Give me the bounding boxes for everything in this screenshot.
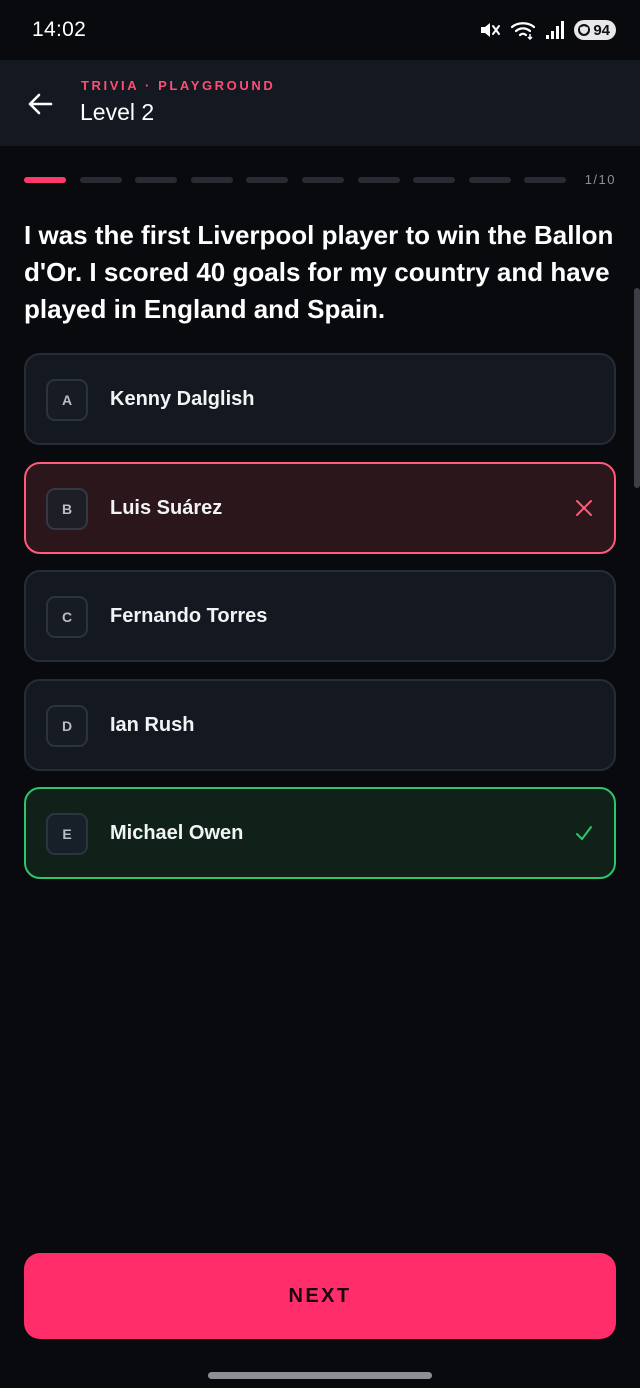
option-d[interactable]: D Ian Rush <box>24 679 616 771</box>
option-letter: A <box>46 379 88 421</box>
app-header: TRIVIA · PLAYGROUND Level 2 <box>0 60 640 146</box>
progress-segment <box>246 177 289 183</box>
signal-icon <box>545 20 565 40</box>
option-a[interactable]: A Kenny Dalglish <box>24 353 616 445</box>
option-label: Luis Suárez <box>110 497 223 519</box>
progress-segment <box>413 177 456 183</box>
header-overline: TRIVIA · PLAYGROUND <box>81 78 276 93</box>
progress-bar: 1/10 <box>24 172 620 188</box>
option-label: Michael Owen <box>110 822 244 844</box>
progress-segment <box>24 177 66 183</box>
arrow-left-icon <box>28 93 53 115</box>
progress-segment <box>190 177 233 183</box>
home-indicator[interactable] <box>208 1372 432 1379</box>
progress-segment <box>468 177 511 183</box>
option-letter: B <box>46 488 88 530</box>
battery-icon: 94 <box>574 20 616 40</box>
option-label: Fernando Torres <box>110 605 268 627</box>
status-bar: 14:02 94 <box>0 0 640 60</box>
option-b[interactable]: B Luis Suárez <box>24 462 616 554</box>
shield-icon <box>578 24 591 36</box>
progress-segment <box>135 177 178 183</box>
progress-count: 1/10 <box>584 172 616 187</box>
option-label: Kenny Dalglish <box>110 388 255 410</box>
checkmark-icon <box>572 821 596 845</box>
option-letter: D <box>46 705 88 747</box>
option-letter: C <box>46 596 88 638</box>
progress-segment <box>357 177 400 183</box>
option-letter: E <box>46 813 88 855</box>
mute-icon <box>479 20 501 40</box>
option-c[interactable]: C Fernando Torres <box>24 570 616 662</box>
option-label: Ian Rush <box>110 714 195 736</box>
question-text: I was the first Liverpool player to win … <box>24 220 614 324</box>
wifi-icon <box>510 20 536 40</box>
page-title: Level 2 <box>80 99 155 125</box>
status-icons: 94 <box>479 20 616 40</box>
progress-segment <box>302 177 344 183</box>
battery-level: 94 <box>593 21 610 39</box>
progress-segment <box>79 177 122 183</box>
close-icon <box>572 496 596 520</box>
option-e[interactable]: E Michael Owen <box>24 787 616 879</box>
scrollbar[interactable] <box>634 288 640 488</box>
status-time: 14:02 <box>32 18 87 41</box>
back-button[interactable] <box>22 86 58 122</box>
next-button[interactable]: NEXT <box>24 1253 616 1339</box>
progress-segment <box>524 177 567 183</box>
